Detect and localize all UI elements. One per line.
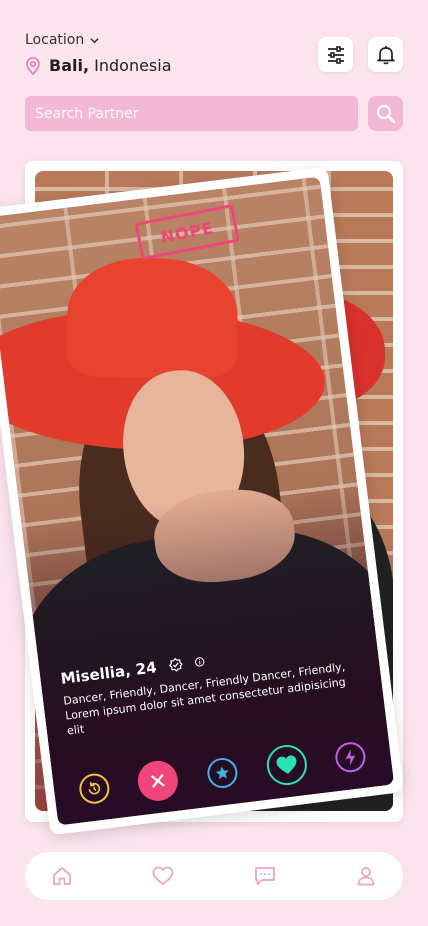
home-icon xyxy=(53,867,71,885)
map-pin-icon xyxy=(26,56,40,75)
like-button[interactable] xyxy=(264,742,309,788)
rewind-icon xyxy=(88,782,100,795)
verified-icon xyxy=(168,657,183,672)
dislike-button[interactable] xyxy=(135,758,181,804)
nav-likes[interactable] xyxy=(151,864,175,888)
bolt-icon xyxy=(345,749,356,766)
filters-button[interactable] xyxy=(318,37,353,72)
card-stack: NOPE Misellia, 24 Dancer, Friendly, Danc… xyxy=(0,161,405,836)
superlike-button[interactable] xyxy=(205,756,240,790)
heart-icon xyxy=(152,866,174,886)
sliders-icon xyxy=(327,45,344,64)
location-value: Bali, Indonesia xyxy=(25,56,172,75)
heart-icon xyxy=(276,755,297,775)
bottom-navigation xyxy=(25,852,403,900)
profile-photo xyxy=(0,176,395,826)
rewind-button[interactable] xyxy=(77,771,111,806)
location-label: Location xyxy=(25,32,85,48)
search-input[interactable] xyxy=(25,96,358,131)
boost-button[interactable] xyxy=(333,740,368,774)
chevron-down-icon xyxy=(90,37,99,43)
search-icon xyxy=(376,104,395,123)
notifications-button[interactable] xyxy=(368,37,403,72)
star-icon xyxy=(215,766,229,780)
chat-icon xyxy=(254,867,275,885)
close-icon xyxy=(151,774,165,788)
location-country: Indonesia xyxy=(94,56,172,75)
nav-profile[interactable] xyxy=(354,864,378,888)
nav-home[interactable] xyxy=(50,864,74,888)
bell-icon xyxy=(376,45,395,64)
search-button[interactable] xyxy=(368,96,403,131)
profile-icon xyxy=(357,867,375,886)
location-city: Bali, xyxy=(49,56,90,75)
header: Location Bali, Indonesia xyxy=(25,32,403,82)
location-selector[interactable]: Location xyxy=(25,32,99,48)
nav-messages[interactable] xyxy=(253,864,277,888)
info-icon[interactable] xyxy=(194,656,205,667)
